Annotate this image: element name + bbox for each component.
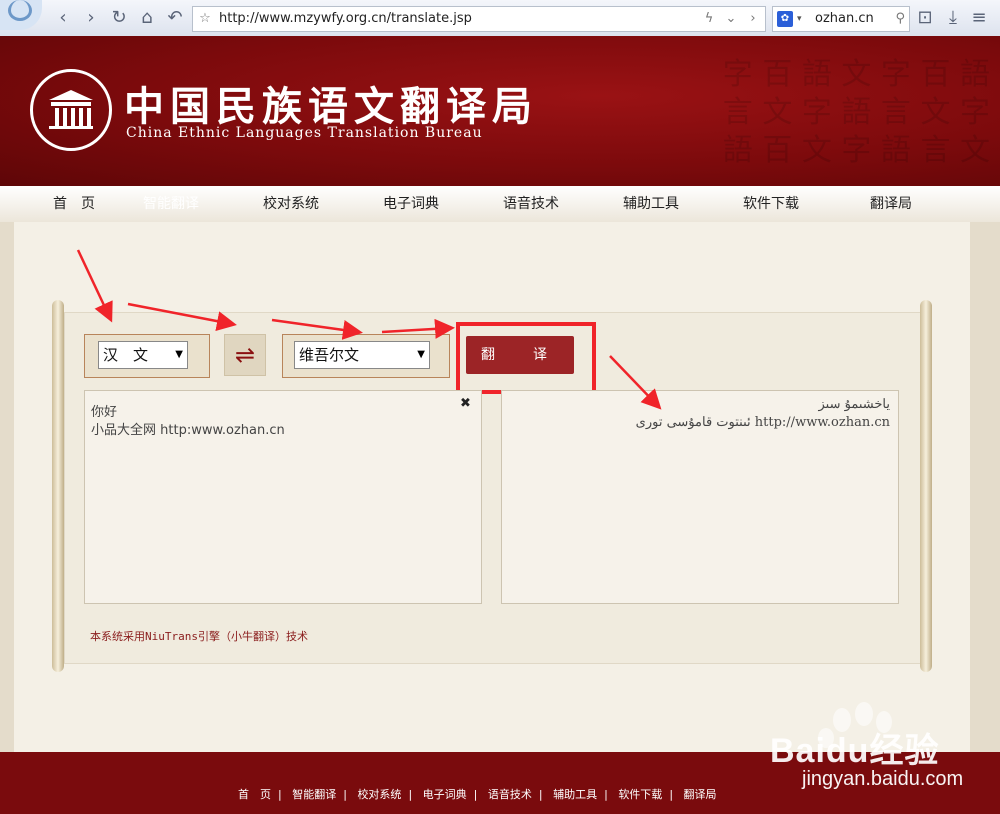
scroll-rod-left <box>52 300 64 672</box>
target-text-line: http://www.ozhan.cn ئىنتوت قامۇسى تورى <box>635 415 890 430</box>
refresh-icon[interactable]: ↻ <box>108 7 130 29</box>
chevron-right-icon[interactable]: › <box>743 7 763 31</box>
footer-link-home[interactable]: 首 页 <box>238 788 271 801</box>
source-text-area[interactable]: 你好 小品大全网 http:www.ozhan.cn <box>84 390 482 604</box>
source-language-select[interactable]: 汉 文 ▼ <box>98 341 188 369</box>
dropdown-arrow-icon: ▼ <box>175 349 183 360</box>
watermark-brand: Baidu经验 <box>770 732 940 770</box>
nav-item-home[interactable]: 首 页 <box>44 186 104 222</box>
nav-item-proofreading[interactable]: 校对系统 <box>260 186 322 222</box>
back-icon[interactable]: ‹ <box>52 7 74 29</box>
footer-link-proofreading[interactable]: 校对系统 <box>357 788 401 801</box>
star-icon[interactable]: ☆ <box>195 7 215 31</box>
highlight-box <box>456 322 596 394</box>
bureau-logo-icon[interactable] <box>30 69 112 151</box>
browser-toolbar: ‹ › ↻ ⌂ ↶ ☆ http://www.mzywfy.org.cn/tra… <box>0 0 1000 37</box>
browser-logo-icon <box>0 0 42 30</box>
dropdown-arrow-icon: ▼ <box>417 349 425 360</box>
footer-links: 首 页 | 智能翻译 | 校对系统 | 电子词典 | 语音技术 | 辅助工具 | 软件下载 |… <box>238 786 717 802</box>
swap-languages-button[interactable]: ⇌ <box>224 334 266 376</box>
footer-separator: | <box>278 788 282 801</box>
header-background-pattern: 字 百 語 文 字 百 語言 文 字 語 言 文 字語 百 文 字 語 言 文 <box>722 57 990 168</box>
footer-link-dictionary[interactable]: 电子词典 <box>423 788 467 801</box>
forward-icon[interactable]: › <box>80 7 102 29</box>
nav-item-tools[interactable]: 辅助工具 <box>620 186 682 222</box>
nav-item-smart-translate[interactable]: 智能翻译 <box>132 186 212 222</box>
page-side-left <box>0 222 14 752</box>
footer-separator: | <box>669 788 674 801</box>
target-text-line: ياخشىمۇ سىز <box>818 397 891 412</box>
footer-link-bureau[interactable]: 翻译局 <box>684 788 717 801</box>
nav-item-speech[interactable]: 语音技术 <box>500 186 562 222</box>
footer-link-tools[interactable]: 辅助工具 <box>553 788 597 801</box>
menu-icon[interactable]: ≡ <box>968 7 990 29</box>
footer-separator: | <box>538 788 543 801</box>
target-language-value: 维吾尔文 <box>299 346 360 364</box>
clear-icon[interactable]: ✖ <box>460 396 471 411</box>
footer-separator: | <box>604 788 608 801</box>
source-text-line: 小品大全网 http:www.ozhan.cn <box>91 423 285 438</box>
footer-separator: | <box>343 788 347 801</box>
site-header: 字 百 語 文 字 百 語言 文 字 語 言 文 字語 百 文 字 語 言 文 … <box>0 36 1000 186</box>
page-side-right <box>970 222 1000 752</box>
main-nav: 首 页 智能翻译 校对系统 电子词典 语音技术 辅助工具 软件下载 翻译局 <box>0 186 1000 223</box>
site-subtitle: China Ethnic Languages Translation Burea… <box>126 125 483 141</box>
source-text-line: 你好 <box>91 405 118 420</box>
target-text-area[interactable]: ياخشىمۇ سىز http://www.ozhan.cn ئىنتوت ق… <box>501 390 899 604</box>
scroll-rod-right <box>920 300 932 672</box>
address-url: http://www.mzywfy.org.cn/translate.jsp <box>219 11 472 26</box>
search-engine-icon[interactable]: ✿ <box>777 11 793 27</box>
address-bar[interactable]: ☆ http://www.mzywfy.org.cn/translate.jsp… <box>192 6 766 32</box>
watermark-url: jingyan.baidu.com <box>802 768 964 790</box>
source-language-value: 汉 文 <box>103 346 149 364</box>
site-title: 中国民族语文翻译局 <box>124 83 538 130</box>
engine-dropdown-icon[interactable]: ▾ <box>797 7 802 31</box>
nav-item-download[interactable]: 软件下载 <box>740 186 802 222</box>
footer-separator: | <box>408 788 413 801</box>
search-input[interactable]: ozhan.cn <box>815 7 874 31</box>
footer-link-smart-translate[interactable]: 智能翻译 <box>292 788 336 801</box>
target-language-select[interactable]: 维吾尔文 ▼ <box>294 341 430 369</box>
undo-icon[interactable]: ↶ <box>164 7 186 29</box>
nav-item-bureau[interactable]: 翻译局 <box>866 186 916 222</box>
footer-link-speech[interactable]: 语音技术 <box>488 788 532 801</box>
search-icon[interactable]: ⚲ <box>895 7 905 31</box>
nav-item-dictionary[interactable]: 电子词典 <box>380 186 442 222</box>
footer-link-download[interactable]: 软件下载 <box>618 788 662 801</box>
download-icon[interactable]: ⤓ <box>942 7 964 29</box>
search-box[interactable]: ✿ ▾ ozhan.cn ⚲ <box>772 6 910 32</box>
engine-note: 本系统采用NiuTrans引擎（小牛翻译）技术 <box>90 630 308 643</box>
chevron-down-icon[interactable]: ⌄ <box>721 7 741 31</box>
footer-separator: | <box>473 788 478 801</box>
home-icon[interactable]: ⌂ <box>136 7 158 29</box>
bookmark-icon[interactable]: ⊡ <box>914 7 936 29</box>
lightning-icon[interactable]: ϟ <box>699 7 719 31</box>
